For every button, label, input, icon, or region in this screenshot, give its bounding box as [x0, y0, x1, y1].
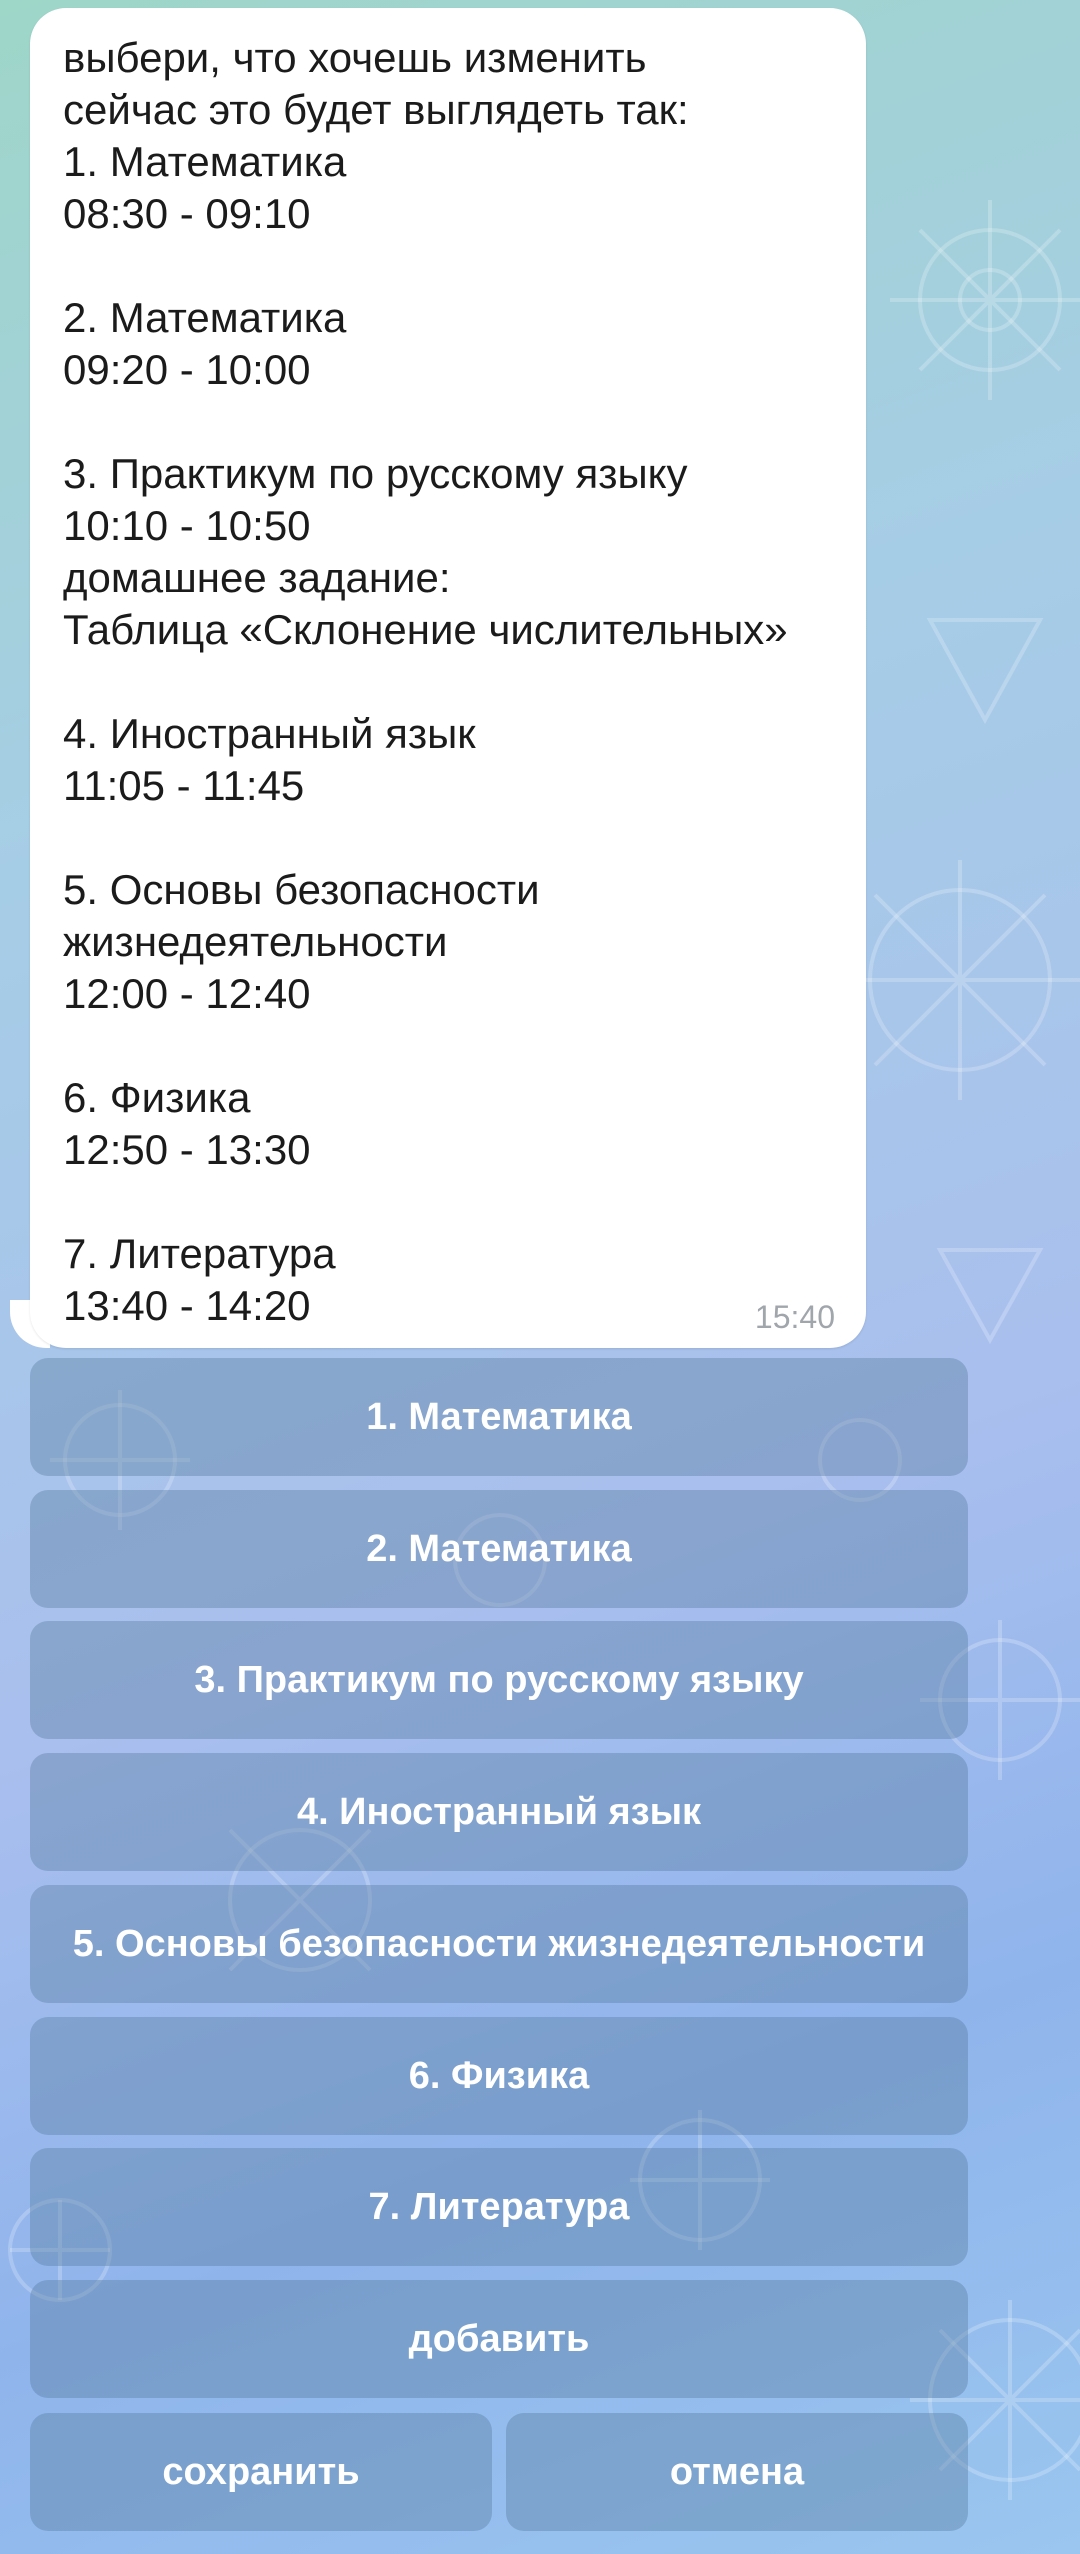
keyboard-button-lesson-7[interactable]: 7. Литература	[30, 2148, 968, 2266]
keyboard-button-lesson-6[interactable]: 6. Физика	[30, 2017, 968, 2135]
keyboard-button-lesson-3[interactable]: 3. Практикум по русскому языку	[30, 1621, 968, 1739]
keyboard-button-lesson-2[interactable]: 2. Математика	[30, 1490, 968, 1608]
keyboard-button-lesson-1[interactable]: 1. Математика	[30, 1358, 968, 1476]
chat-area: выбери, что хочешь изменить сейчас это б…	[0, 0, 1080, 2554]
save-button[interactable]: сохранить	[30, 2413, 492, 2531]
keyboard-button-lesson-4[interactable]: 4. Иностранный язык	[30, 1753, 968, 1871]
add-button[interactable]: добавить	[30, 2280, 968, 2398]
message-time: 15:40	[754, 1299, 835, 1335]
cancel-button[interactable]: отмена	[506, 2413, 968, 2531]
message-bubble: выбери, что хочешь изменить сейчас это б…	[30, 8, 866, 1348]
message-text: выбери, что хочешь изменить сейчас это б…	[63, 34, 788, 1329]
keyboard-button-lesson-5[interactable]: 5. Основы безопасности жизнедеятельности	[30, 1885, 968, 2003]
